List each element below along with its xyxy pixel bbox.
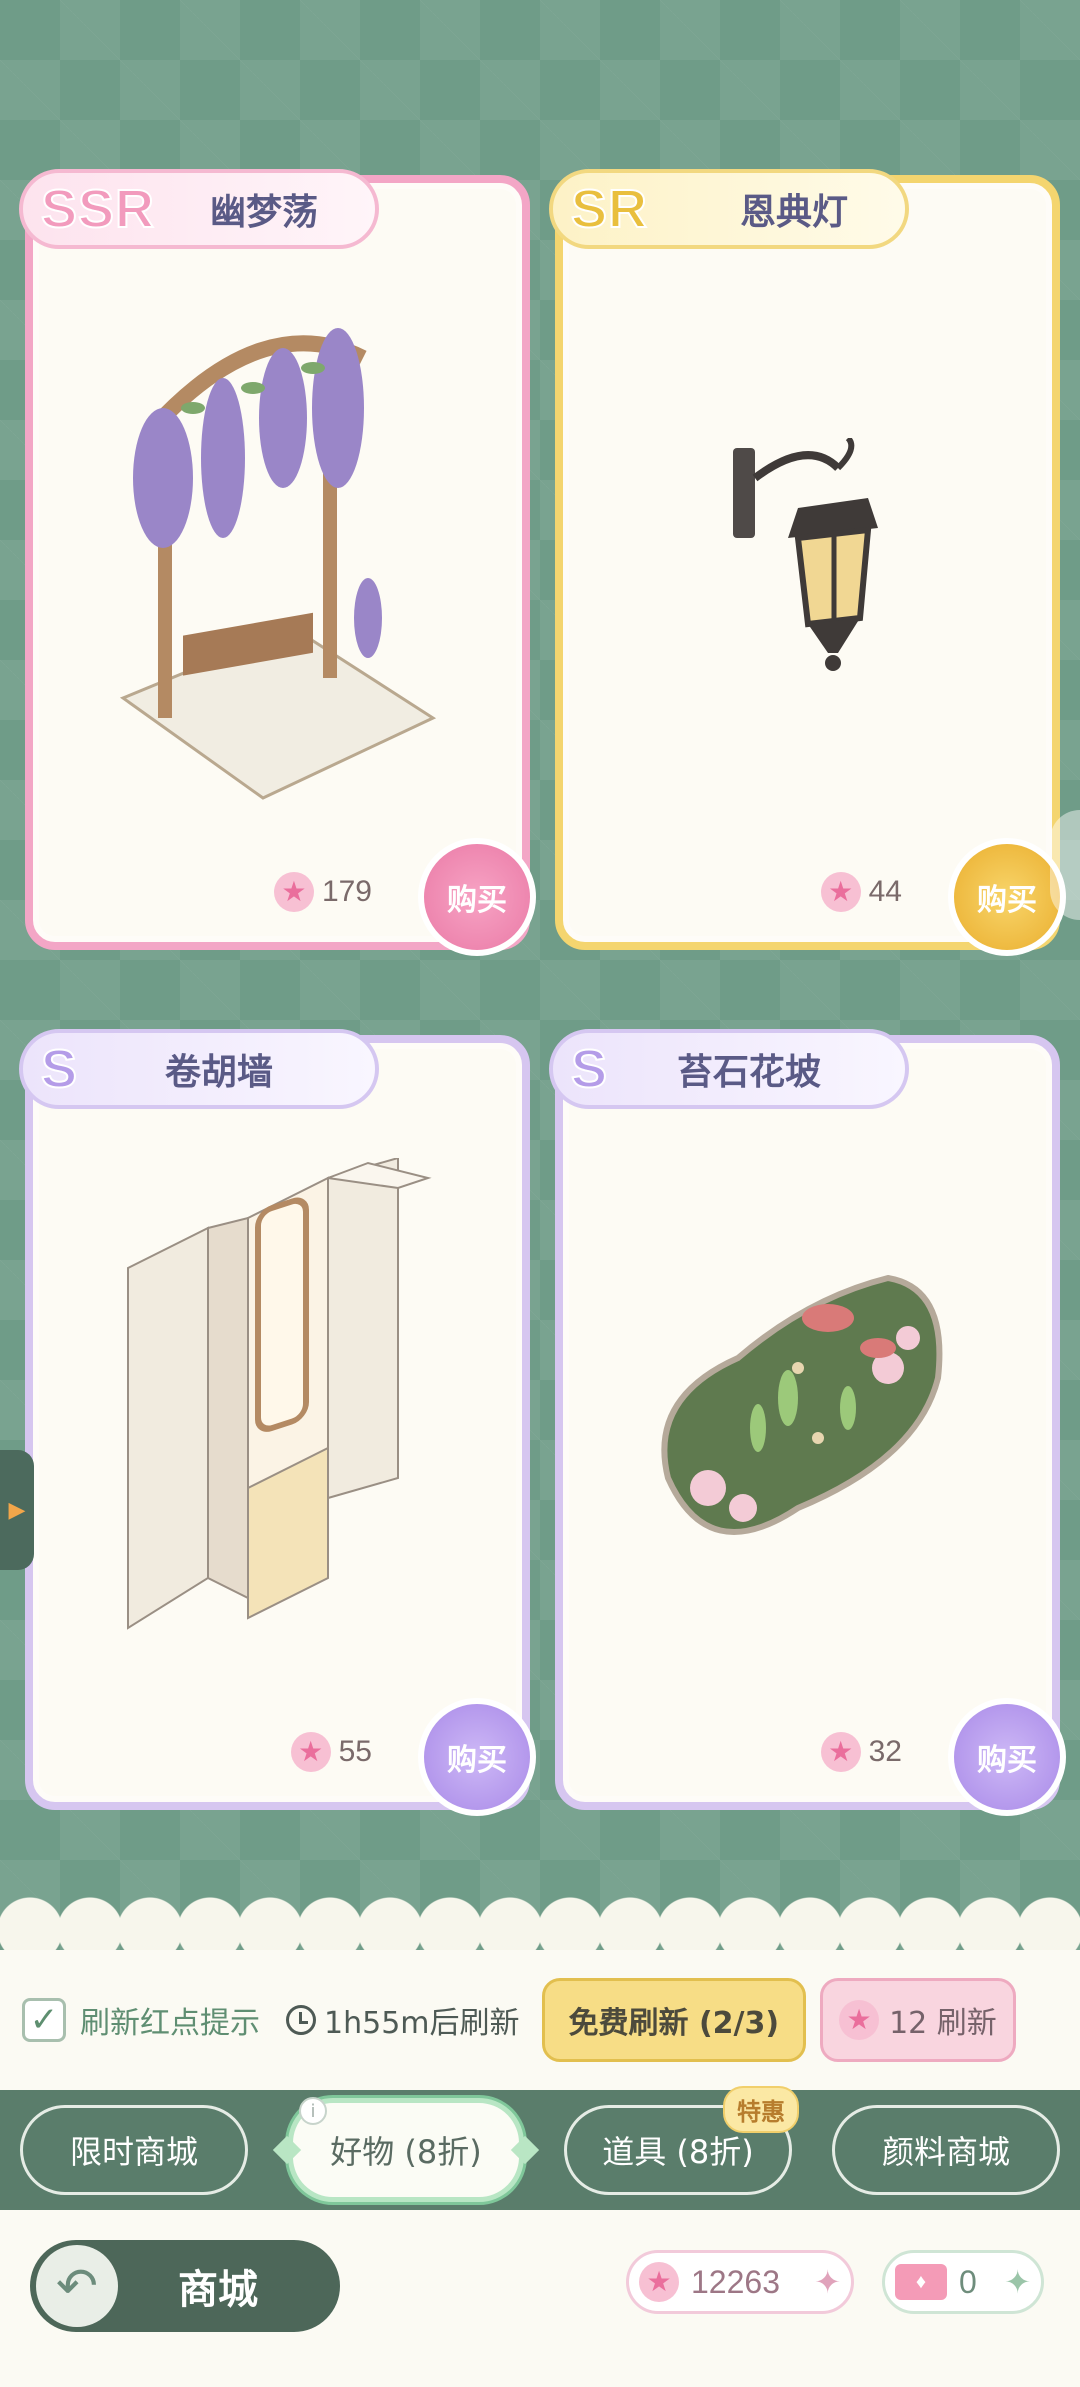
free-refresh-button[interactable]: 免费刷新 (2/3) [541, 1978, 807, 2062]
item-price: ★ 44 [820, 872, 902, 912]
star-currency-icon: ★ [839, 2000, 880, 2040]
item-image-lamp [603, 283, 1012, 832]
tab-goods[interactable]: i 好物 (8折) [272, 2097, 540, 2202]
item-name: 恩典灯 [739, 192, 848, 233]
item-ribbon: SR 恩典灯 [549, 169, 909, 249]
paid-refresh-label: 12 刷新 [889, 2006, 997, 2041]
star-currency-icon: ★ [639, 2262, 679, 2302]
tab-label: 好物 (8折) [330, 2133, 482, 2171]
item-image-flower-slope [603, 1143, 1012, 1692]
tab-props[interactable]: 道具 (8折) 特惠 [564, 2086, 799, 2195]
refresh-timer: 1h55m后刷新 [286, 1998, 520, 2042]
buy-button[interactable]: 购买 [418, 838, 536, 956]
refresh-timer-text: 1h55m后刷新 [324, 2006, 520, 2041]
item-card-sr[interactable]: SR 恩典灯 ★ 44 购买 [549, 169, 1066, 956]
back-arrow-icon[interactable]: ↶ [36, 2245, 118, 2327]
buy-button[interactable]: 购买 [418, 1698, 536, 1816]
item-card-ssr[interactable]: SSR 幽梦荡 ★ 179 购买 [19, 169, 536, 956]
add-stars-icon[interactable]: ✦ [814, 2263, 841, 2301]
star-currency-icon: ★ [820, 872, 861, 912]
special-offer-badge: 特惠 [723, 2086, 799, 2133]
item-ribbon: S 苔石花坡 [549, 1029, 909, 1109]
diamond-ornament-icon [510, 2135, 540, 2165]
star-balance: ★ 12263 ✦ [626, 2250, 854, 2314]
lace-divider [0, 1850, 1080, 1960]
item-price: ★ 179 [273, 872, 372, 912]
clock-icon [286, 2005, 316, 2035]
tab-label: 道具 (8折) [602, 2133, 754, 2171]
star-currency-icon: ★ [290, 1732, 331, 1772]
ticket-balance-value: 0 [959, 2263, 977, 2300]
star-currency-icon: ★ [273, 872, 314, 912]
price-value: 44 [868, 875, 902, 908]
buy-button[interactable]: 购买 [948, 1698, 1066, 1816]
price-value: 179 [321, 875, 372, 908]
rarity-label: SR [570, 178, 649, 240]
star-balance-value: 12263 [691, 2263, 780, 2300]
back-navigation: ↶ 商城 [30, 2240, 340, 2332]
item-ribbon: S 卷胡墙 [19, 1029, 379, 1109]
star-currency-icon: ★ [820, 1732, 861, 1772]
item-card-s-flower-slope[interactable]: S 苔石花坡 ★ 32 购买 [549, 1029, 1066, 1816]
item-card-s-wall[interactable]: S 卷胡墙 ★ 55 购买 [19, 1029, 536, 1816]
item-name: 卷胡墙 [164, 1052, 273, 1093]
buy-button[interactable]: 购买 [948, 838, 1066, 956]
tab-label: 颜料商城 [881, 2133, 1010, 2171]
tab-label: 限时商城 [69, 2133, 198, 2171]
item-image-wall [73, 1143, 482, 1692]
bottom-bar: ↶ 商城 ★ 12263 ✦ ♦ 0 ✦ [0, 2210, 1080, 2387]
side-scroll-handle[interactable] [1050, 810, 1080, 920]
tab-limited-shop[interactable]: 限时商城 [20, 2105, 248, 2195]
shop-tab-bar: 限时商城 i 好物 (8折) 道具 (8折) 特惠 颜料商城 [0, 2086, 1080, 2210]
paid-refresh-button[interactable]: ★ 12 刷新 [820, 1978, 1016, 2062]
checkmark-icon: ✓ [29, 2000, 59, 2040]
rarity-label: SSR [40, 178, 156, 240]
item-name: 苔石花坡 [676, 1052, 821, 1093]
ticket-balance: ♦ 0 ✦ [882, 2250, 1044, 2314]
tab-paint-shop[interactable]: 颜料商城 [832, 2105, 1060, 2195]
add-tickets-icon[interactable]: ✦ [1004, 2263, 1031, 2301]
page-title: 商城 [178, 2267, 258, 2313]
side-drawer-handle[interactable]: ▶ [0, 1450, 34, 1570]
rarity-label: S [40, 1038, 79, 1100]
diamond-ornament-icon [272, 2135, 302, 2165]
info-icon[interactable]: i [299, 2097, 327, 2125]
red-dot-reminder-checkbox[interactable]: ✓ [22, 1998, 66, 2042]
item-price: ★ 55 [290, 1732, 372, 1772]
red-dot-reminder-label[interactable]: 刷新红点提示 [80, 1998, 260, 2042]
item-image-swing [73, 283, 482, 832]
rarity-label: S [570, 1038, 609, 1100]
price-value: 55 [338, 1735, 372, 1768]
price-value: 32 [868, 1735, 902, 1768]
item-ribbon: SSR 幽梦荡 [19, 169, 379, 249]
item-name: 幽梦荡 [209, 192, 318, 233]
refresh-bar: ✓ 刷新红点提示 1h55m后刷新 免费刷新 (2/3) ★ 12 刷新 [0, 1950, 1080, 2090]
item-price: ★ 32 [820, 1732, 902, 1772]
ticket-icon: ♦ [895, 2264, 947, 2300]
chevron-right-icon: ▶ [8, 1497, 26, 1523]
